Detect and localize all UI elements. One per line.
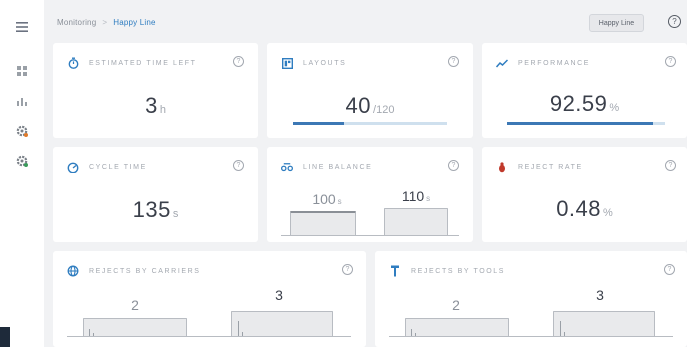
reject-rate-value: 0.48% — [556, 196, 613, 221]
card-help-icon[interactable]: ? — [233, 56, 244, 67]
trend-icon — [496, 57, 508, 69]
carrier-2-bar[interactable] — [231, 311, 333, 336]
line-selector-button[interactable]: Happy Line — [589, 14, 644, 32]
layouts-progress-fill — [293, 122, 345, 125]
bug-icon — [496, 161, 508, 173]
card-performance: PERFORMANCE ? 92.59% — [482, 43, 687, 138]
main-area: Monitoring > Happy Line Happy Line ? EST… — [44, 0, 687, 347]
sidebar — [0, 0, 44, 347]
stopwatch-icon — [67, 57, 79, 69]
gauge-icon — [67, 161, 79, 173]
card-cycle-time: CYCLE TIME ? 135 s — [53, 147, 258, 242]
card-rejects-tools: REJECTS BY TOOLS ? 2 3 — [375, 251, 687, 347]
card-title: REJECTS BY TOOLS — [411, 267, 506, 275]
balance-baseline — [281, 235, 459, 236]
tool-baseline — [389, 336, 673, 337]
globe-icon — [67, 265, 79, 277]
layouts-value: 40/120 — [345, 93, 395, 118]
top-bar: Monitoring > Happy Line Happy Line ? — [44, 0, 687, 40]
card-title: PERFORMANCE — [518, 59, 591, 67]
bar-chart-icon[interactable] — [13, 92, 31, 110]
carrier-1-tick — [89, 329, 90, 336]
card-title: REJECT RATE — [518, 163, 583, 171]
breadcrumb: Monitoring > Happy Line — [57, 18, 156, 27]
carrier-1-value: 2 — [131, 297, 139, 313]
card-layouts: LAYOUTS ? 40/120 — [267, 43, 473, 138]
cycle-time-value: 135 s — [132, 197, 179, 222]
card-estimated-time: ESTIMATED TIME LEFT ? 3h — [53, 43, 258, 138]
carrier-1-bar[interactable] — [83, 318, 187, 336]
tool-1-value: 2 — [452, 297, 460, 313]
performance-value: 92.59% — [549, 91, 620, 116]
card-help-icon[interactable]: ? — [448, 56, 459, 67]
breadcrumb-current[interactable]: Happy Line — [113, 18, 155, 27]
card-line-balance: LINE BALANCE ? 100 s 110 s — [267, 147, 473, 242]
performance-progress-fill — [507, 122, 654, 125]
carrier-2-tick — [238, 321, 239, 336]
card-help-icon[interactable]: ? — [665, 160, 676, 171]
tool-1-tick — [411, 329, 412, 336]
tool-2-bar[interactable] — [553, 311, 655, 336]
station-2-bar[interactable] — [384, 208, 448, 235]
card-help-icon[interactable]: ? — [664, 264, 675, 275]
carrier-2-value: 3 — [275, 287, 283, 303]
card-title: LINE BALANCE — [303, 163, 373, 171]
layout-icon — [281, 57, 293, 69]
breadcrumb-root[interactable]: Monitoring — [57, 18, 96, 27]
station-1-bar[interactable] — [290, 211, 356, 235]
help-icon[interactable]: ? — [668, 15, 681, 28]
corner-marker — [0, 327, 10, 347]
card-help-icon[interactable]: ? — [665, 56, 676, 67]
card-rejects-carriers: REJECTS BY CARRIERS ? 2 3 — [53, 251, 366, 347]
layouts-progress-bar — [293, 122, 447, 125]
card-help-icon[interactable]: ? — [342, 264, 353, 275]
breadcrumb-separator: > — [102, 18, 108, 27]
tool-icon — [389, 265, 401, 277]
card-title: ESTIMATED TIME LEFT — [89, 59, 197, 67]
card-title: REJECTS BY CARRIERS — [89, 267, 201, 275]
tool-2-value: 3 — [596, 287, 604, 303]
card-reject-rate: REJECT RATE ? 0.48% — [482, 147, 687, 242]
menu-icon[interactable] — [13, 18, 31, 36]
settings-alert-icon[interactable] — [13, 152, 31, 170]
card-title: LAYOUTS — [303, 59, 347, 67]
performance-progress-bar — [507, 122, 665, 125]
tool-1-bar[interactable] — [405, 318, 509, 336]
card-help-icon[interactable]: ? — [448, 160, 459, 171]
station-1-value: 100 s — [312, 191, 342, 207]
grid-icon[interactable] — [13, 62, 31, 80]
station-2-value: 110 s — [401, 188, 431, 204]
settings-icon[interactable] — [13, 122, 31, 140]
estimated-time-value: 3h — [145, 93, 166, 118]
tool-2-tick — [560, 321, 561, 336]
carrier-baseline — [67, 336, 351, 337]
balance-icon — [281, 161, 293, 173]
card-help-icon[interactable]: ? — [233, 160, 244, 171]
card-title: CYCLE TIME — [89, 163, 147, 171]
